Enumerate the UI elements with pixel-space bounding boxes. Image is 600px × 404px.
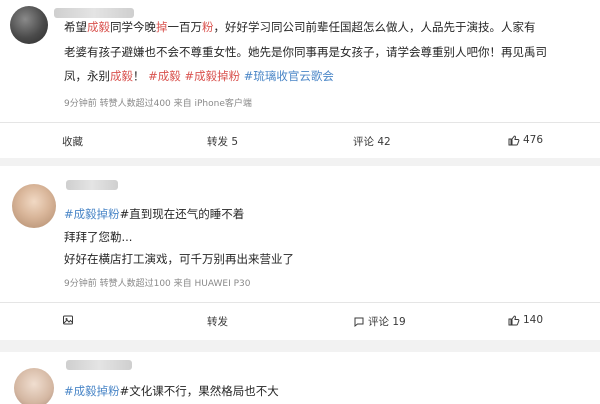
highlight-keyword: 掉 (156, 20, 168, 34)
favorite-button[interactable] (62, 314, 74, 326)
post-text: #直到现在还气的睡不着 (119, 207, 245, 221)
weibo-post: #成毅掉粉#文化课不行，果然格局也不大 (0, 352, 600, 404)
repost-label: 转发 5 (207, 136, 239, 148)
username-blurred[interactable] (66, 360, 132, 370)
weibo-post: 希望成毅同学今晚掉一百万粉，好好学习同公司前辈任国超怎么做人，人品先于演技。人家… (0, 0, 600, 158)
post-text: 同学今晚 (110, 20, 156, 34)
post-meta: 9分钟前 转赞人数超过400 来自 iPhone客户端 (64, 99, 252, 109)
hashtag-link[interactable]: #琉璃收官云歌会 (244, 69, 334, 83)
hashtag-link[interactable]: #成毅掉粉 (64, 207, 120, 221)
post-text: ，好好学习同公司前辈任国超怎么做人，人品先于演技。人家有 (213, 20, 536, 34)
post-text-line: #成毅掉粉#文化课不行，果然格局也不大 (64, 384, 279, 398)
post-text: ！ (133, 69, 145, 83)
avatar[interactable] (10, 6, 48, 44)
post-text-line: #成毅掉粉#直到现在还气的睡不着 (64, 207, 244, 221)
divider (0, 122, 600, 123)
thumbs-up-icon (508, 314, 520, 326)
hashtag-link[interactable]: #成毅掉粉 (64, 384, 120, 398)
comment-label: 评论 42 (353, 136, 391, 148)
repost-label: 转发 (207, 316, 228, 328)
favorite-label: 收藏 (62, 136, 83, 148)
avatar[interactable] (12, 184, 56, 228)
avatar[interactable] (14, 368, 54, 404)
post-text: 一百万 (167, 20, 203, 34)
like-button[interactable]: 476 (508, 134, 543, 146)
comment-icon (353, 316, 365, 328)
post-meta: 9分钟前 转赞人数超过100 来自 HUAWEI P30 (64, 279, 251, 289)
weibo-post: #成毅掉粉#直到现在还气的睡不着 拜拜了您勒... 好好在横店打工演戏，可千万别… (0, 166, 600, 340)
highlight-keyword: 成毅 (87, 20, 110, 34)
repost-button[interactable]: 转发 5 (207, 134, 238, 149)
post-text-line: 希望成毅同学今晚掉一百万粉，好好学习同公司前辈任国超怎么做人，人品先于演技。人家… (64, 20, 536, 34)
hashtag-link[interactable]: #成毅 (148, 69, 181, 83)
comment-label: 评论 19 (368, 316, 406, 328)
post-text: #文化课不行，果然格局也不大 (119, 384, 279, 398)
post-text-line: 凤，永别成毅！ #成毅 #成毅掉粉 #琉璃收官云歌会 (64, 69, 334, 83)
username-blurred[interactable] (54, 8, 134, 18)
thumbs-up-icon (508, 134, 520, 146)
post-text: 凤，永别 (64, 69, 110, 83)
repost-button[interactable]: 转发 (207, 314, 228, 329)
post-text-line: 老婆有孩子避嫌也不会不尊重女性。她先是你同事再是女孩子，请学会尊重别人吧你！再见… (64, 45, 547, 59)
hashtag-link[interactable]: #成毅掉粉 (184, 69, 240, 83)
like-count: 476 (523, 134, 544, 146)
comment-button[interactable]: 评论 19 (353, 314, 406, 329)
highlight-keyword: 粉 (202, 20, 214, 34)
post-text-line: 拜拜了您勒... (64, 230, 133, 244)
comment-button[interactable]: 评论 42 (353, 134, 391, 149)
username-blurred[interactable] (66, 180, 118, 190)
favorite-button[interactable]: 收藏 (62, 134, 83, 149)
like-count: 140 (523, 314, 544, 326)
like-button[interactable]: 140 (508, 314, 543, 326)
image-icon (62, 314, 74, 326)
post-text-line: 好好在横店打工演戏，可千万别再出来营业了 (64, 252, 294, 266)
divider (0, 302, 600, 303)
post-text: 希望 (64, 20, 87, 34)
weibo-feed: 希望成毅同学今晚掉一百万粉，好好学习同公司前辈任国超怎么做人，人品先于演技。人家… (0, 0, 600, 404)
highlight-keyword: 成毅 (110, 69, 133, 83)
